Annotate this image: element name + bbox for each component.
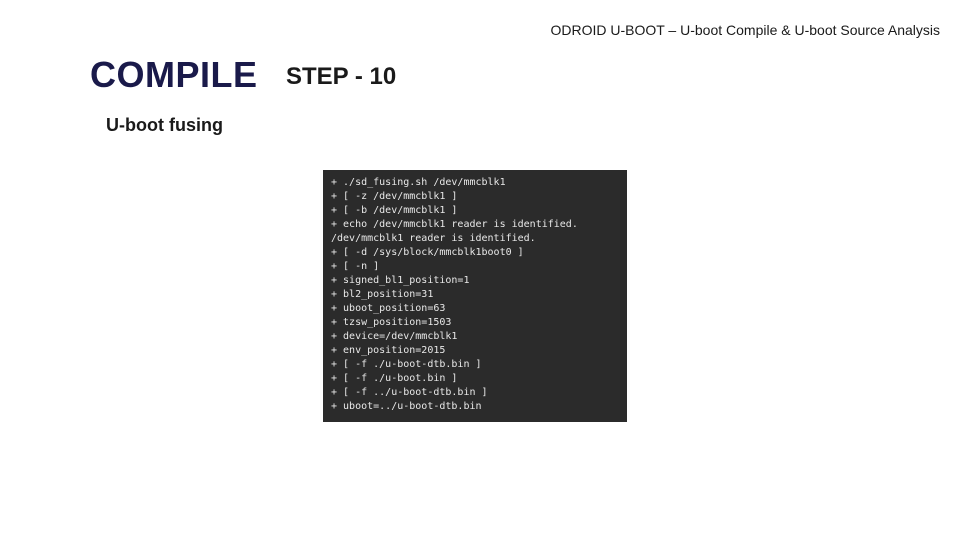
terminal-line: + [ -f ./u-boot.bin ] — [331, 372, 619, 386]
terminal-line: + uboot_position=63 — [331, 302, 619, 316]
terminal-line: + device=/dev/mmcblk1 — [331, 330, 619, 344]
title-row: COMPILE STEP - 10 — [90, 54, 396, 96]
terminal-line: + [ -n ] — [331, 260, 619, 274]
title-compile: COMPILE — [90, 54, 258, 96]
terminal-line: + [ -f ../u-boot-dtb.bin ] — [331, 386, 619, 400]
terminal-line: + tzsw_position=1503 — [331, 316, 619, 330]
terminal-line: + uboot=../u-boot-dtb.bin — [331, 400, 619, 414]
terminal-line: + [ -b /dev/mmcblk1 ] — [331, 204, 619, 218]
title-step: STEP - 10 — [286, 63, 396, 91]
terminal-line: + [ -f ./u-boot-dtb.bin ] — [331, 358, 619, 372]
terminal-line: + bl2_position=31 — [331, 288, 619, 302]
terminal-line: + [ -z /dev/mmcblk1 ] — [331, 190, 619, 204]
terminal-output: + ./sd_fusing.sh /dev/mmcblk1 + [ -z /de… — [323, 170, 627, 422]
slide-header: ODROID U-BOOT – U-boot Compile & U-boot … — [550, 22, 940, 38]
terminal-line: + env_position=2015 — [331, 344, 619, 358]
terminal-line: + echo /dev/mmcblk1 reader is identified… — [331, 218, 619, 232]
terminal-line: + ./sd_fusing.sh /dev/mmcblk1 — [331, 176, 619, 190]
terminal-line: /dev/mmcblk1 reader is identified. — [331, 232, 619, 246]
terminal-line: + [ -d /sys/block/mmcblk1boot0 ] — [331, 246, 619, 260]
subtitle: U-boot fusing — [106, 115, 223, 136]
terminal-line: + signed_bl1_position=1 — [331, 274, 619, 288]
